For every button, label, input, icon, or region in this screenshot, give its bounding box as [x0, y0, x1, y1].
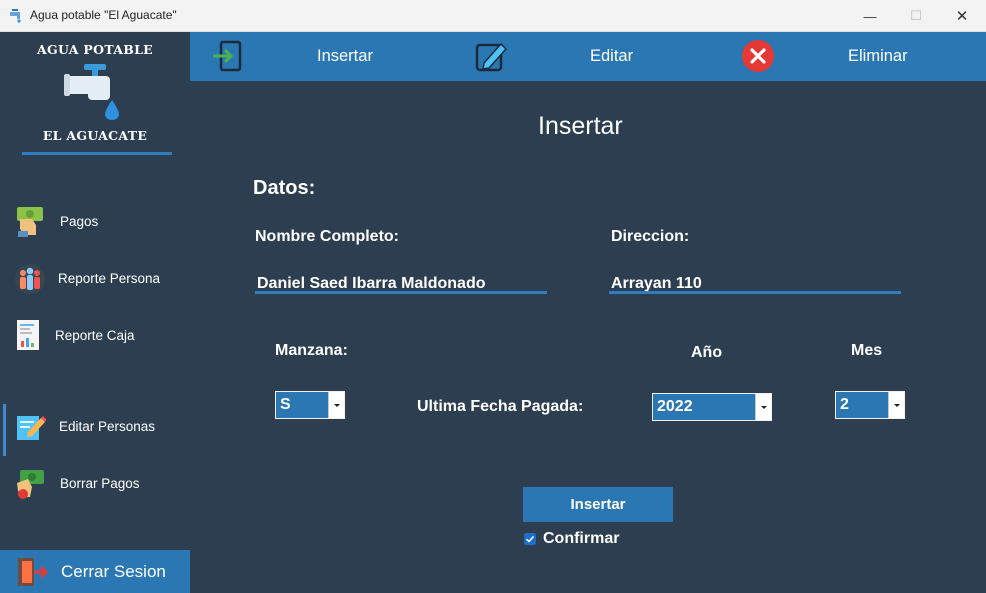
confirm-checkbox[interactable] [524, 533, 536, 545]
brand-title-bottom: EL AGUACATE [42, 128, 148, 143]
month-label: Mes [851, 342, 883, 359]
people-group-icon [15, 264, 45, 294]
chevron-down-icon[interactable] [888, 392, 904, 418]
name-field-underline [255, 291, 547, 294]
sidebar-item-pagos[interactable]: Pagos [0, 197, 190, 247]
manzana-value: S [280, 396, 291, 413]
sidebar-item-label: Reporte Persona [58, 271, 161, 286]
sidebar-item-label: Borrar Pagos [60, 476, 140, 491]
window-titlebar: Agua potable "El Aguacate" — ☐ ✕ [0, 0, 986, 32]
sidebar-item-editar-personas[interactable]: Editar Personas [0, 402, 190, 456]
money-delete-icon [17, 470, 44, 499]
sidebar-item-label: Editar Personas [59, 419, 156, 434]
faucet-logo-icon [64, 64, 119, 120]
window-title: Agua potable "El Aguacate" [30, 8, 177, 22]
year-value: 2022 [657, 398, 693, 415]
faucet-app-icon [10, 9, 21, 23]
report-document-icon [17, 320, 39, 350]
cash-hand-icon [17, 207, 43, 237]
action-toolbar: Insertar Editar Eliminar [190, 32, 986, 81]
sidebar-item-reporte-persona[interactable]: Reporte Persona [0, 254, 190, 304]
edit-pencil-icon [475, 42, 508, 72]
minimize-button[interactable]: — [847, 0, 893, 32]
month-value: 2 [840, 396, 849, 413]
year-label: Año [691, 344, 723, 361]
sidebar-item-borrar-pagos[interactable]: Borrar Pagos [0, 459, 190, 509]
maximize-button[interactable]: ☐ [893, 0, 939, 32]
year-select[interactable]: 2022 [652, 393, 772, 421]
exit-door-icon [18, 558, 49, 586]
month-select[interactable]: 2 [835, 391, 905, 419]
manzana-label: Manzana: [275, 342, 348, 359]
delete-x-icon [742, 40, 774, 72]
page-title: Insertar [538, 112, 623, 140]
submit-insert-button[interactable]: Insertar [523, 487, 673, 522]
sidebar-item-label: Reporte Caja [55, 328, 135, 343]
logout-button[interactable]: Cerrar Sesion [0, 550, 190, 593]
toolbar-edit-label: Editar [590, 47, 634, 65]
close-button[interactable]: ✕ [939, 0, 985, 32]
address-field-underline [609, 291, 901, 294]
last-paid-label: Ultima Fecha Pagada: [417, 398, 584, 415]
logout-label: Cerrar Sesion [61, 562, 166, 581]
confirm-label: Confirmar [543, 530, 620, 547]
sidebar-item-label: Pagos [60, 214, 99, 229]
toolbar-delete-label: Eliminar [848, 47, 908, 65]
sidebar: AGUA POTABLE EL AGUACATE Pagos Reporte P… [0, 32, 190, 593]
sign-in-icon [213, 40, 242, 72]
sidebar-item-reporte-caja[interactable]: Reporte Caja [0, 311, 190, 361]
edit-note-icon [17, 416, 46, 440]
toolbar-insert-label: Insertar [317, 47, 373, 65]
address-label: Direccion: [611, 228, 690, 245]
main-form: Insertar Datos: Nombre Completo: Daniel … [190, 81, 986, 593]
section-label: Datos: [253, 177, 316, 199]
brand-title-top: AGUA POTABLE [36, 42, 154, 57]
chevron-down-icon[interactable] [328, 392, 344, 418]
name-label: Nombre Completo: [255, 228, 399, 245]
toolbar-insert-button[interactable]: Insertar [210, 32, 410, 81]
chevron-down-icon[interactable] [755, 394, 771, 420]
brand-divider [22, 152, 172, 155]
check-icon [525, 535, 535, 543]
manzana-select[interactable]: S [275, 391, 345, 419]
toolbar-edit-button[interactable]: Editar [474, 32, 674, 81]
toolbar-delete-button[interactable]: Eliminar [741, 32, 941, 81]
